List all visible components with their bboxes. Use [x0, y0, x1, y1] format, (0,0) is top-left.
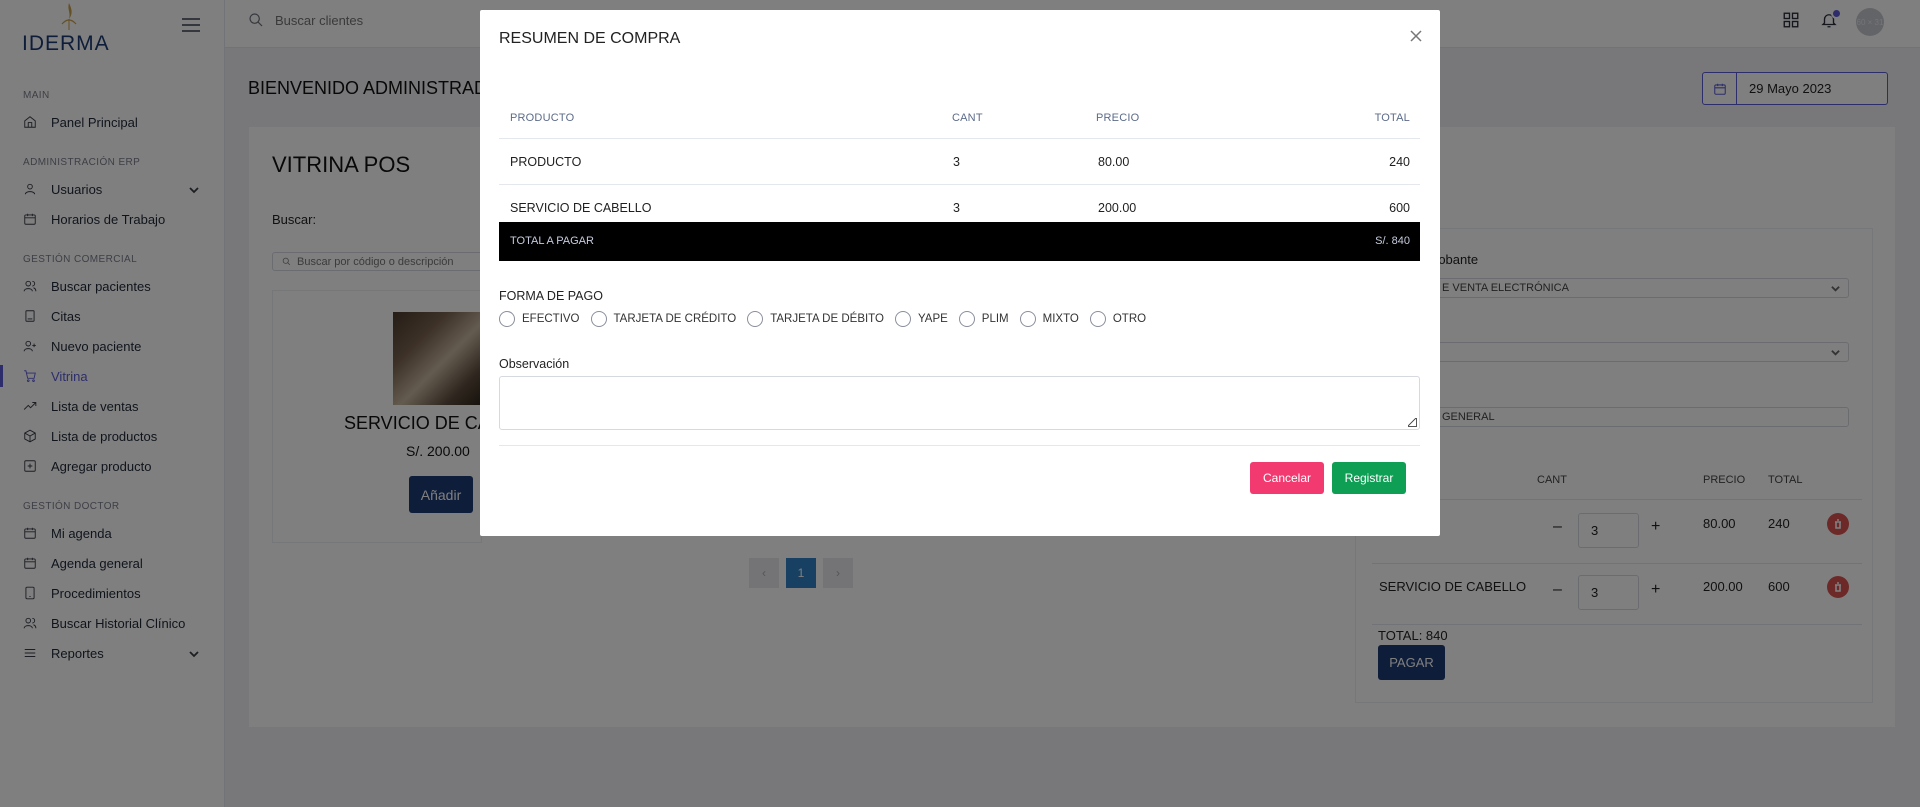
radio-button[interactable]	[590, 311, 607, 327]
payment-option-label: EFECTIVO	[522, 313, 580, 325]
row-precio: 200.00	[1098, 201, 1137, 215]
payment-option-label: YAPE	[917, 313, 948, 325]
divider	[499, 445, 1420, 446]
total-value: S/. 840	[1375, 235, 1410, 247]
col-total: TOTAL	[1374, 112, 1410, 124]
purchase-summary-modal: RESUMEN DE COMPRA PRODUCTO CANT PRECIO T…	[480, 10, 1440, 536]
payment-option-efectivo[interactable]: EFECTIVO	[499, 311, 580, 327]
close-icon[interactable]	[1409, 29, 1423, 43]
payment-option-yape[interactable]: YAPE	[894, 311, 948, 327]
register-button[interactable]: Registrar	[1332, 462, 1406, 494]
payment-option-label: TARJETA DE DÉBITO	[770, 313, 884, 325]
payment-option-debito[interactable]: TARJETA DE DÉBITO	[747, 311, 884, 327]
payment-option-plim[interactable]: PLIM	[958, 311, 1009, 327]
row-producto: SERVICIO DE CABELLO	[510, 201, 652, 215]
col-producto: PRODUCTO	[510, 112, 575, 124]
row-cant: 3	[953, 155, 960, 169]
observacion-textarea[interactable]	[499, 376, 1420, 430]
payment-option-label: TARJETA DE CRÉDITO	[613, 313, 737, 325]
row-producto: PRODUCTO	[510, 155, 582, 169]
total-row: TOTAL A PAGAR S/. 840	[499, 222, 1420, 261]
payment-option-otro[interactable]: OTRO	[1089, 311, 1147, 327]
radio-button[interactable]	[1089, 311, 1106, 327]
radio-button[interactable]	[747, 311, 764, 327]
radio-button[interactable]	[894, 311, 911, 327]
row-cant: 3	[953, 201, 960, 215]
observacion-label: Observación	[499, 357, 570, 371]
total-label: TOTAL A PAGAR	[510, 235, 594, 247]
payment-option-label: OTRO	[1112, 313, 1147, 325]
radio-button[interactable]	[499, 311, 515, 327]
cancel-button[interactable]: Cancelar	[1250, 462, 1324, 494]
payment-option-label: PLIM	[981, 313, 1009, 325]
payment-options: EFECTIVO TARJETA DE CRÉDITO TARJETA DE D…	[499, 311, 1157, 327]
col-precio: PRECIO	[1096, 112, 1140, 124]
row-precio: 80.00	[1098, 155, 1130, 169]
row-total: 600	[1389, 201, 1410, 215]
table-row: PRODUCTO 3 80.00 240	[499, 139, 1420, 185]
modal-title: RESUMEN DE COMPRA	[499, 30, 681, 47]
col-cant: CANT	[952, 112, 983, 124]
summary-table-header: PRODUCTO CANT PRECIO TOTAL	[499, 94, 1420, 139]
radio-button[interactable]	[1019, 311, 1036, 327]
payment-option-mixto[interactable]: MIXTO	[1019, 311, 1079, 327]
payment-option-credito[interactable]: TARJETA DE CRÉDITO	[590, 311, 737, 327]
payment-option-label: MIXTO	[1042, 313, 1079, 325]
radio-button[interactable]	[958, 311, 975, 327]
payment-method-label: FORMA DE PAGO	[499, 289, 603, 303]
row-total: 240	[1389, 155, 1410, 169]
